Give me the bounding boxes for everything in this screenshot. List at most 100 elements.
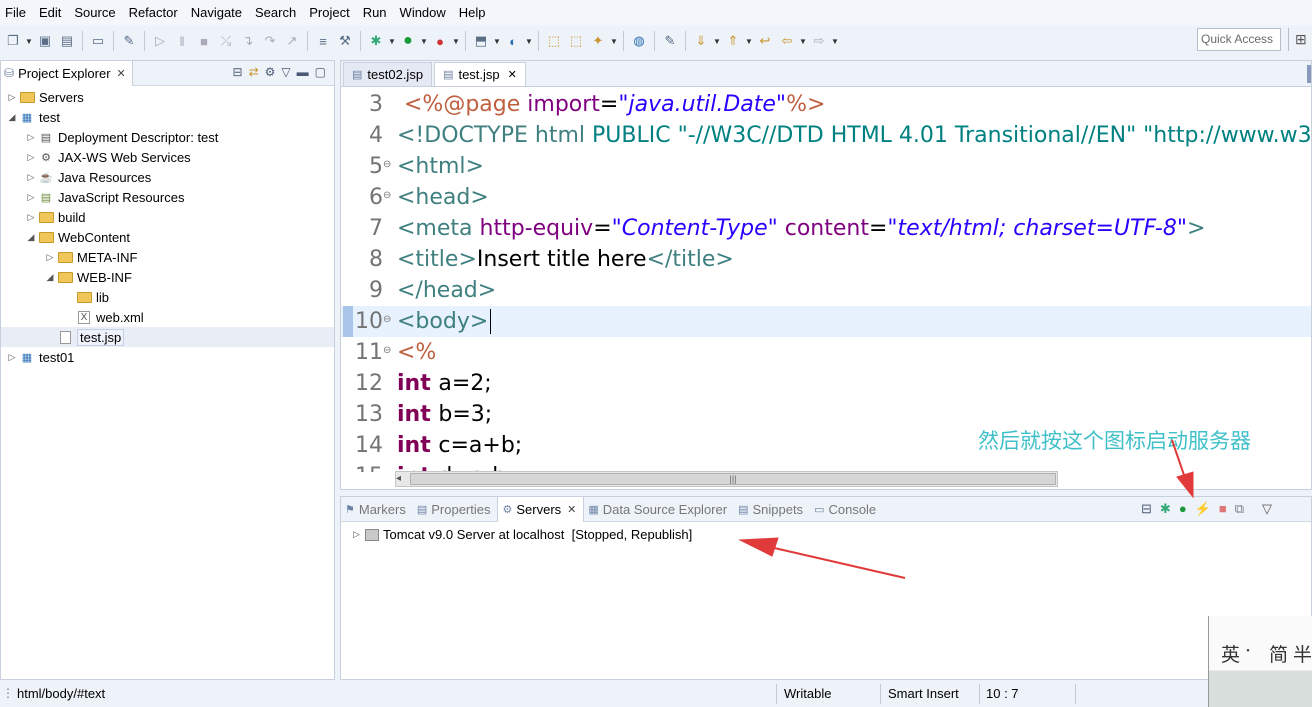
minimize-icon[interactable]: ▬ xyxy=(297,65,309,79)
back-icon[interactable]: ⇦ xyxy=(776,30,798,52)
prev-annotation-dropdown-icon[interactable]: ▼ xyxy=(744,30,754,52)
tree-item[interactable]: ▷ ▤ Deployment Descriptor: test xyxy=(1,127,334,147)
menu-edit[interactable]: Edit xyxy=(34,0,69,25)
open-type-icon[interactable]: ⬚ xyxy=(543,30,565,52)
last-edit-icon[interactable]: ↩ xyxy=(754,30,776,52)
editor-tab[interactable]: ▤ test.jsp ✕ xyxy=(434,62,526,86)
menu-file[interactable]: File xyxy=(0,0,34,25)
resume-icon[interactable]: ▷ xyxy=(149,30,171,52)
terminal-icon[interactable]: ▭ xyxy=(87,30,109,52)
start-server-icon[interactable]: ● xyxy=(1179,501,1187,517)
debug-icon[interactable]: ✱ xyxy=(365,30,387,52)
external-tools-dropdown-icon[interactable]: ▼ xyxy=(451,30,461,52)
expand-arrow-icon[interactable]: ▷ xyxy=(24,172,38,183)
debug-server-icon[interactable]: ✱ xyxy=(1160,501,1171,517)
run-icon[interactable]: ● xyxy=(397,30,419,52)
save-all-icon[interactable]: ▤ xyxy=(56,30,78,52)
new-class-dropdown-icon[interactable]: ▼ xyxy=(524,30,534,52)
tree-item[interactable]: ▷ build xyxy=(1,207,334,227)
tree-item[interactable]: ▷ Servers xyxy=(1,87,334,107)
open-perspective-icon[interactable]: ⊞ xyxy=(1288,28,1312,51)
menu-search[interactable]: Search xyxy=(250,0,304,25)
new-icon[interactable]: ❐ xyxy=(2,30,24,52)
expand-arrow-icon[interactable]: ▷ xyxy=(24,152,38,163)
tree-item[interactable]: ▷ ▤ JavaScript Resources xyxy=(1,187,334,207)
prev-annotation-icon[interactable]: ⇑ xyxy=(722,30,744,52)
project-explorer-tab[interactable]: ⛁ Project Explorer ✕ xyxy=(1,60,133,86)
status-menu-icon[interactable]: ⋮ xyxy=(2,686,14,700)
collapse-all-icon[interactable]: ⊟ xyxy=(233,65,243,79)
tree-item[interactable]: ▷ ▦ test01 xyxy=(1,347,334,367)
skip-breakpoints-icon[interactable]: ✎ xyxy=(118,30,140,52)
use-step-filters-icon[interactable]: ≡ xyxy=(312,30,334,52)
expand-arrow-icon[interactable]: ▷ xyxy=(24,192,38,203)
expand-arrow-icon[interactable]: ◢ xyxy=(43,272,57,283)
run-dropdown-icon[interactable]: ▼ xyxy=(419,30,429,52)
scrollbar-thumb[interactable]: ||| xyxy=(410,473,1056,485)
open-task-icon[interactable]: ⬚ xyxy=(565,30,587,52)
collapse-icon[interactable]: ⊟ xyxy=(1141,501,1152,517)
editor-tab[interactable]: ▤ test02.jsp xyxy=(343,62,433,86)
close-icon[interactable]: ✕ xyxy=(117,67,126,80)
menu-refactor[interactable]: Refactor xyxy=(124,0,186,25)
step-over-icon[interactable]: ↷ xyxy=(259,30,281,52)
globe-icon[interactable]: ◍ xyxy=(628,30,650,52)
tree-item[interactable]: ◢ WEB-INF xyxy=(1,267,334,287)
step-return-icon[interactable]: ↗ xyxy=(281,30,303,52)
fold-toggle-icon[interactable]: ⊖ xyxy=(383,151,391,179)
close-icon[interactable]: ✕ xyxy=(508,68,517,81)
forward-icon[interactable]: ⇨ xyxy=(808,30,830,52)
tree-item[interactable]: ▷ ⚙ JAX-WS Web Services xyxy=(1,147,334,167)
new-java-project-icon[interactable]: ⬒ xyxy=(470,30,492,52)
expand-arrow-icon[interactable]: ◢ xyxy=(5,112,19,123)
step-into-icon[interactable]: ↴ xyxy=(237,30,259,52)
menu-help[interactable]: Help xyxy=(454,0,494,25)
search-dropdown-icon[interactable]: ▼ xyxy=(609,30,619,52)
disconnect-icon[interactable]: ⤯ xyxy=(215,30,237,52)
menu-window[interactable]: Window xyxy=(395,0,454,25)
tab-console[interactable]: ▭ Console xyxy=(810,497,883,522)
debug-dropdown-icon[interactable]: ▼ xyxy=(387,30,397,52)
run-ant-icon[interactable]: ⚒ xyxy=(334,30,356,52)
tab-servers[interactable]: ⚙ Servers ✕ xyxy=(497,496,585,522)
next-annotation-dropdown-icon[interactable]: ▼ xyxy=(712,30,722,52)
menu-project[interactable]: Project xyxy=(304,0,357,25)
expand-arrow-icon[interactable]: ▷ xyxy=(43,252,57,263)
expand-arrow-icon[interactable]: ▷ xyxy=(5,352,19,363)
new-dropdown-icon[interactable]: ▼ xyxy=(24,30,34,52)
view-dropdown-icon[interactable]: ▽ xyxy=(281,65,290,79)
view-dropdown-icon[interactable]: ▽ xyxy=(1262,501,1272,517)
suspend-icon[interactable]: ‖ xyxy=(171,30,193,52)
new-class-icon[interactable]: ◐ xyxy=(502,30,524,52)
tree-item[interactable]: ◢ ▦ test xyxy=(1,107,334,127)
maximize-icon[interactable]: ▢ xyxy=(315,65,326,79)
tree-item[interactable]: ◢ WebContent xyxy=(1,227,334,247)
tab-data-source-explorer[interactable]: ▦ Data Source Explorer xyxy=(584,497,734,522)
next-annotation-icon[interactable]: ⇓ xyxy=(690,30,712,52)
expand-arrow-icon[interactable]: ▷ xyxy=(24,212,38,223)
save-icon[interactable]: ▣ xyxy=(34,30,56,52)
tree-item[interactable]: test.jsp xyxy=(1,327,334,347)
tree-item[interactable]: ▷ META-INF xyxy=(1,247,334,267)
link-editor-icon[interactable]: ⇄ xyxy=(249,65,259,79)
expand-arrow-icon[interactable]: ▷ xyxy=(353,529,365,540)
fold-toggle-icon[interactable]: ⊖ xyxy=(383,306,391,334)
expand-arrow-icon[interactable]: ◢ xyxy=(24,232,38,243)
tree-item[interactable]: ▷ ☕ Java Resources xyxy=(1,167,334,187)
tab-snippets[interactable]: ▤ Snippets xyxy=(734,497,810,522)
fold-toggle-icon[interactable]: ⊖ xyxy=(383,337,391,365)
tab-properties[interactable]: ▤ Properties xyxy=(413,497,498,522)
publish-icon[interactable]: ⧉ xyxy=(1235,501,1244,517)
scroll-left-icon[interactable]: ◂ xyxy=(396,473,401,484)
toggle-annotation-icon[interactable]: ✎ xyxy=(659,30,681,52)
server-row[interactable]: ▷ Tomcat v9.0 Server at localhost [Stopp… xyxy=(353,527,692,542)
menu-run[interactable]: Run xyxy=(358,0,395,25)
tree-item[interactable]: Xweb.xml xyxy=(1,307,334,327)
expand-arrow-icon[interactable]: ▷ xyxy=(24,132,38,143)
back-dropdown-icon[interactable]: ▼ xyxy=(798,30,808,52)
tree-item[interactable]: lib xyxy=(1,287,334,307)
quick-access-field[interactable]: Quick Access xyxy=(1197,28,1281,51)
close-icon[interactable]: ✕ xyxy=(567,503,576,516)
tab-markers[interactable]: ⚑ Markers xyxy=(341,497,413,522)
forward-dropdown-icon[interactable]: ▼ xyxy=(830,30,840,52)
